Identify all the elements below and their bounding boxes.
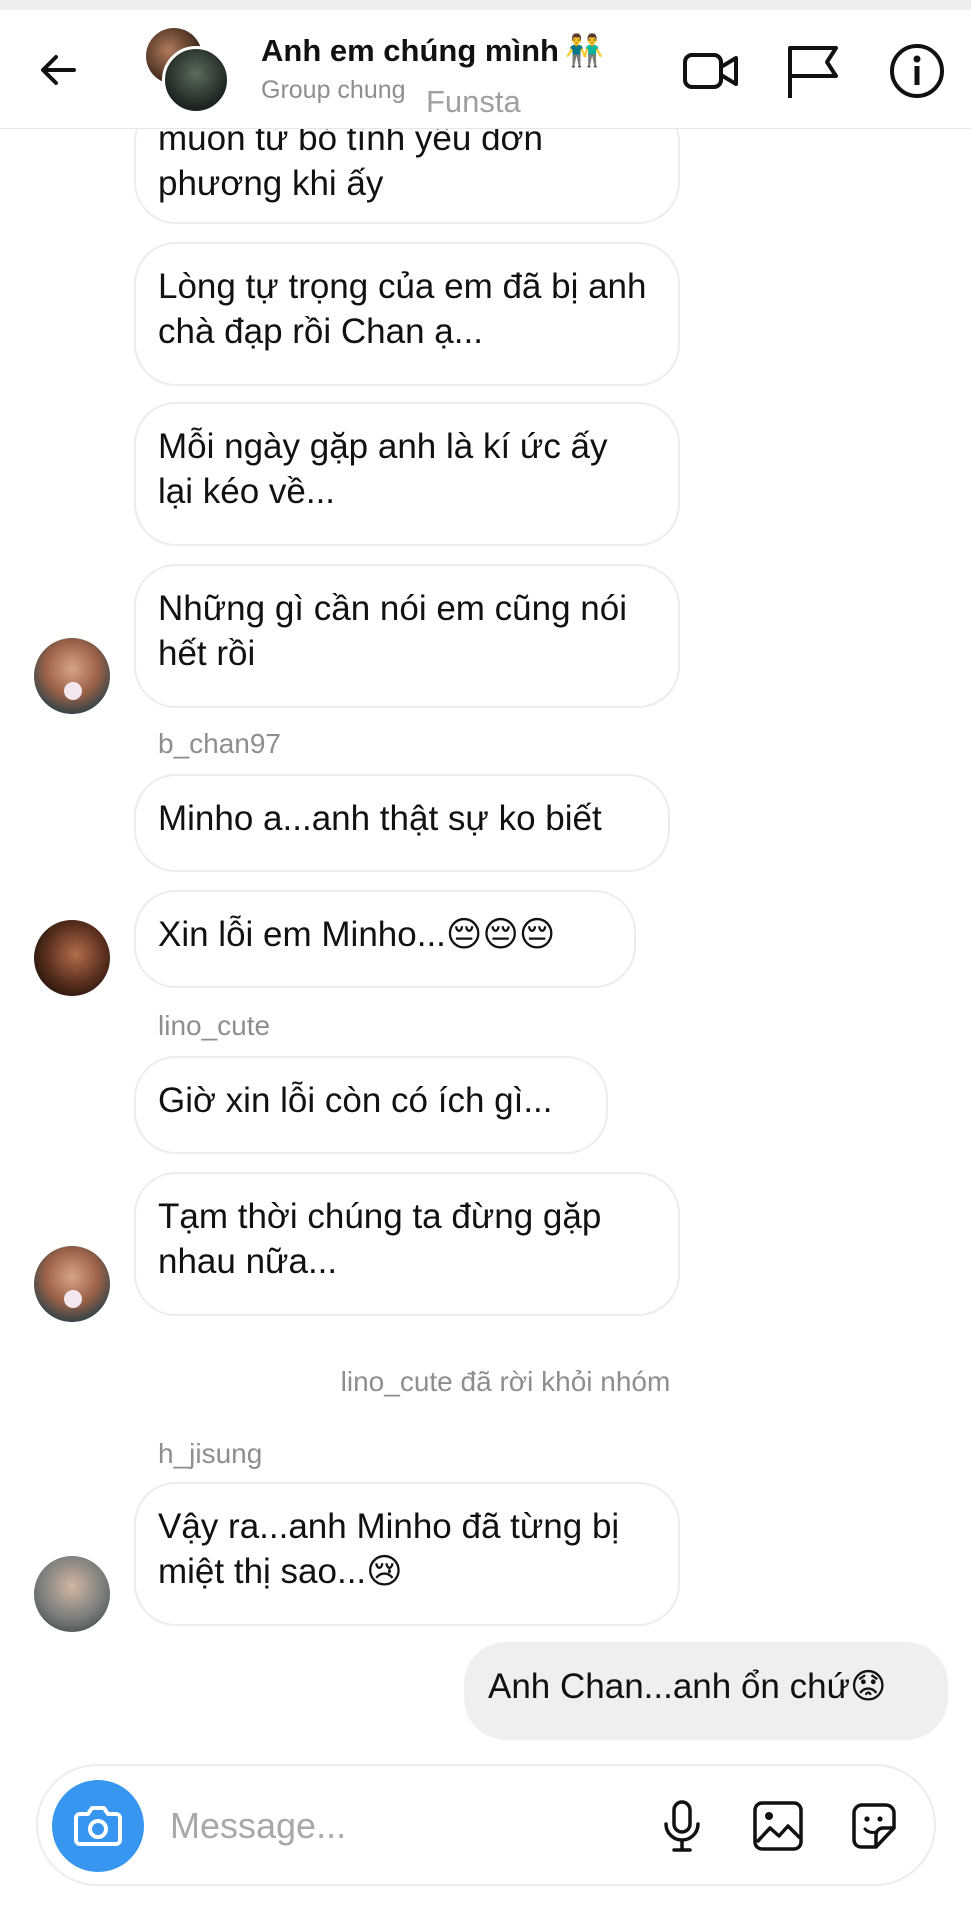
video-call-icon — [683, 53, 738, 89]
status-strip — [0, 0, 971, 10]
message-bubble[interactable]: Vậy ra...anh Minho đã từng bị miệt thị s… — [134, 1482, 680, 1626]
sender-name: lino_cute — [158, 1010, 271, 1041]
sticker-button[interactable] — [846, 1798, 902, 1854]
emoji: 😟 — [850, 1667, 887, 1706]
people-emoji: 👬 — [564, 33, 604, 68]
group-avatar-front — [162, 46, 230, 114]
camera-button[interactable] — [52, 1780, 144, 1872]
microphone-icon — [664, 1800, 700, 1852]
message-bubble[interactable]: Giờ xin lỗi còn có ích gì... — [134, 1056, 608, 1154]
message-bubble[interactable]: Minho a...anh thật sự ko biết — [134, 774, 670, 872]
camera-icon — [74, 1806, 122, 1846]
message-input[interactable] — [168, 1794, 532, 1858]
message-bubble[interactable]: Tạm thời chúng ta đừng gặp nhau nữa... — [134, 1172, 680, 1316]
watermark: Funsta — [426, 84, 521, 119]
message-bubble[interactable]: Những gì cần nói em cũng nói hết rồi — [134, 564, 680, 708]
chat-title[interactable]: Anh em chúng mình 👬 — [261, 32, 604, 69]
back-arrow-icon — [41, 55, 76, 85]
message-composer — [36, 1764, 936, 1886]
group-avatar[interactable] — [146, 28, 230, 114]
back-button[interactable] — [34, 46, 82, 94]
emoji: 😢 — [366, 1552, 403, 1591]
system-message: lino_cute đã rời khỏi nhóm — [340, 1366, 671, 1397]
sender-name: b_chan97 — [158, 728, 282, 759]
video-call-button[interactable] — [682, 42, 740, 100]
message-bubble[interactable]: Lòng tự trọng của em đã bị anh chà đạp r… — [134, 242, 680, 386]
sticker-icon — [852, 1803, 896, 1849]
voice-button[interactable] — [654, 1798, 710, 1854]
report-button[interactable] — [784, 42, 842, 100]
info-button[interactable] — [888, 42, 946, 100]
own-message-bubble[interactable]: Anh Chan...anh ổn chứ😟 — [464, 1642, 948, 1740]
message-bubble[interactable]: Xin lỗi em Minho...😔😔😔 — [134, 890, 636, 988]
avatar[interactable] — [34, 1556, 110, 1632]
avatar[interactable] — [34, 638, 110, 714]
info-icon — [890, 44, 944, 98]
emoji: 😔😔😔 — [445, 915, 556, 954]
chat-subtitle: Group chung — [261, 76, 406, 104]
flag-icon — [788, 46, 838, 98]
avatar[interactable] — [34, 1246, 110, 1322]
avatar[interactable] — [34, 920, 110, 996]
message-bubble[interactable]: Mỗi ngày gặp anh là kí ức ấy lại kéo về.… — [134, 402, 680, 546]
gallery-icon — [753, 1801, 803, 1851]
sender-name: h_jisung — [158, 1438, 263, 1469]
gallery-button[interactable] — [750, 1798, 806, 1854]
